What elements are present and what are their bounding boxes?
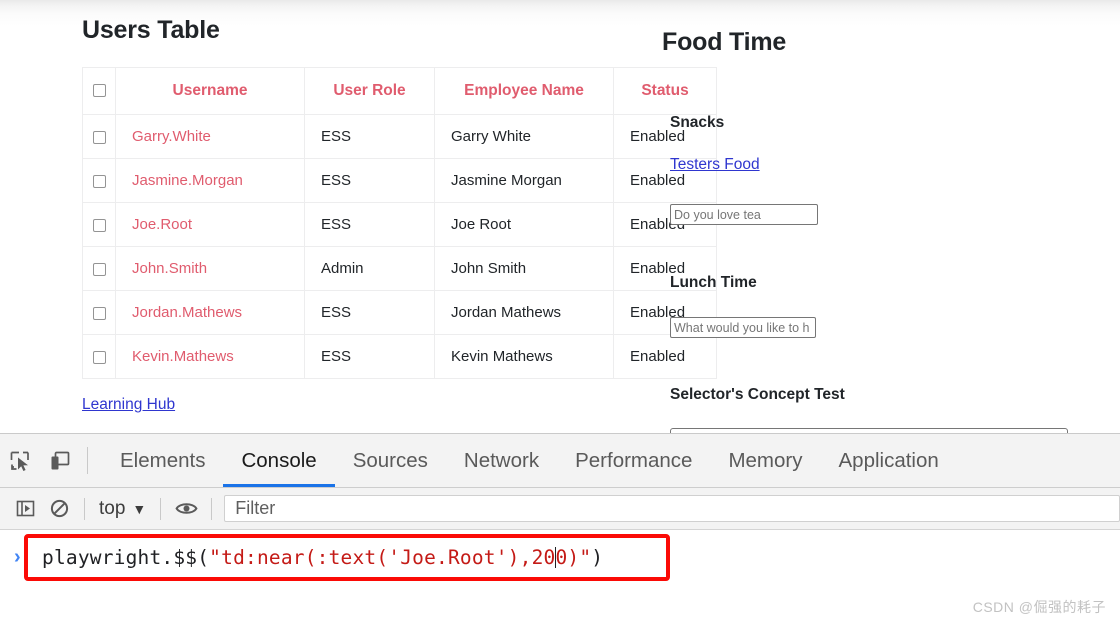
inspect-element-icon[interactable] [0,434,40,487]
row-select-cell [82,246,116,291]
code-plain-suffix: ) [591,546,604,569]
filterbar-divider [211,497,213,520]
console-command-text[interactable]: playwright.$$("td:near(:text('Joe.Root')… [42,546,603,569]
row-checkbox[interactable] [92,306,106,320]
cell-employee-name: Jordan Mathews [434,290,614,335]
console-command-highlight-box[interactable]: playwright.$$("td:near(:text('Joe.Root')… [24,534,670,581]
tab-application[interactable]: Application [821,434,957,487]
devtools-tab-list: Elements Console Sources Network Perform… [102,434,957,487]
users-table-panel: Users Table Username User Role Employee … [82,16,717,379]
cell-user-role: ESS [304,114,435,159]
food-time-title: Food Time [662,28,787,56]
devtools-panel: Elements Console Sources Network Perform… [0,433,1120,627]
live-expression-eye-icon[interactable] [169,494,203,524]
cell-username[interactable]: Jasmine.Morgan [115,158,305,203]
row-checkbox[interactable] [92,218,106,232]
cell-username[interactable]: Jordan.Mathews [115,290,305,335]
users-table-body: Garry.White ESS Garry White Enabled Jasm… [82,114,717,379]
cell-username[interactable]: John.Smith [115,246,305,291]
column-header-username[interactable]: Username [115,67,305,115]
cell-user-role: Admin [304,246,435,291]
console-filter-input[interactable] [224,495,1120,522]
code-plain-prefix: playwright.$$( [42,546,210,569]
cell-user-role: ESS [304,290,435,335]
selector-concept-test-label: Selector's Concept Test [670,386,845,403]
code-string-part-1: td:near(:text('Joe.Root'),20 [221,546,556,569]
lunch-time-label: Lunch Time [670,274,757,291]
tab-elements[interactable]: Elements [102,434,223,487]
table-row: John.Smith Admin John Smith Enabled [82,246,717,291]
code-string-part-2: 0) [555,546,580,569]
tab-console[interactable]: Console [223,434,335,487]
select-all-checkbox[interactable] [92,84,106,98]
row-checkbox[interactable] [92,350,106,364]
cell-employee-name: Joe Root [434,202,614,247]
tab-network[interactable]: Network [446,434,557,487]
table-row: Garry.White ESS Garry White Enabled [82,114,717,159]
tab-memory[interactable]: Memory [710,434,820,487]
row-select-cell [82,202,116,247]
tab-performance[interactable]: Performance [557,434,710,487]
device-toolbar-icon[interactable] [40,434,80,487]
snacks-label: Snacks [670,114,725,131]
users-table-title: Users Table [82,16,220,44]
cell-username[interactable]: Joe.Root [115,202,305,247]
users-table-head: Username User Role Employee Name Status [82,67,717,115]
console-filter-bar: top ▼ [0,488,1120,530]
column-header-user-role[interactable]: User Role [304,67,435,115]
row-checkbox[interactable] [92,130,106,144]
code-quote-close: " [579,546,592,569]
cell-status: Enabled [613,334,717,379]
users-table-header-row: Username User Role Employee Name Status [82,67,717,115]
table-row: Jasmine.Morgan ESS Jasmine Morgan Enable… [82,158,717,203]
table-row: Kevin.Mathews ESS Kevin Mathews Enabled [82,334,717,379]
devtools-tabbar: Elements Console Sources Network Perform… [0,434,1120,488]
cell-employee-name: John Smith [434,246,614,291]
testers-food-link[interactable]: Testers Food [670,156,760,174]
row-checkbox[interactable] [92,174,106,188]
chevron-down-icon: ▼ [132,500,147,517]
filterbar-divider [160,497,162,520]
console-prompt-chevron: › [14,546,21,568]
row-select-cell [82,334,116,379]
csdn-watermark: CSDN @倔强的耗子 [972,599,1106,615]
column-header-employee-name[interactable]: Employee Name [434,67,614,115]
row-select-cell [82,290,116,335]
cell-username[interactable]: Kevin.Mathews [115,334,305,379]
clear-console-icon[interactable] [42,494,76,524]
cell-employee-name: Jasmine Morgan [434,158,614,203]
cell-user-role: ESS [304,202,435,247]
lunch-question-input[interactable] [670,317,816,338]
users-table: Username User Role Employee Name Status … [82,67,717,379]
javascript-context-selector[interactable]: top ▼ [93,498,152,520]
context-label: top [99,497,126,519]
console-sidebar-icon[interactable] [8,494,42,524]
toolbar-divider [87,447,88,474]
code-quote-open: " [209,546,222,569]
tea-question-input[interactable] [670,204,818,225]
cell-employee-name: Kevin Mathews [434,334,614,379]
cell-username[interactable]: Garry.White [115,114,305,159]
web-page-viewport: Users Table Username User Role Employee … [0,0,1120,433]
cell-employee-name: Garry White [434,114,614,159]
row-select-cell [82,114,116,159]
cell-user-role: ESS [304,334,435,379]
table-row: Jordan.Mathews ESS Jordan Mathews Enable… [82,290,717,335]
row-checkbox[interactable] [92,262,106,276]
filterbar-divider [84,497,85,520]
food-time-panel: Food Time Snacks Testers Food Lunch Time… [662,28,1092,433]
column-header-status[interactable]: Status [613,67,717,115]
header-select-all-cell [82,67,116,115]
table-row: Joe.Root ESS Joe Root Enabled [82,202,717,247]
row-select-cell [82,158,116,203]
tab-sources[interactable]: Sources [335,434,446,487]
cell-user-role: ESS [304,158,435,203]
learning-hub-link[interactable]: Learning Hub [82,396,175,414]
